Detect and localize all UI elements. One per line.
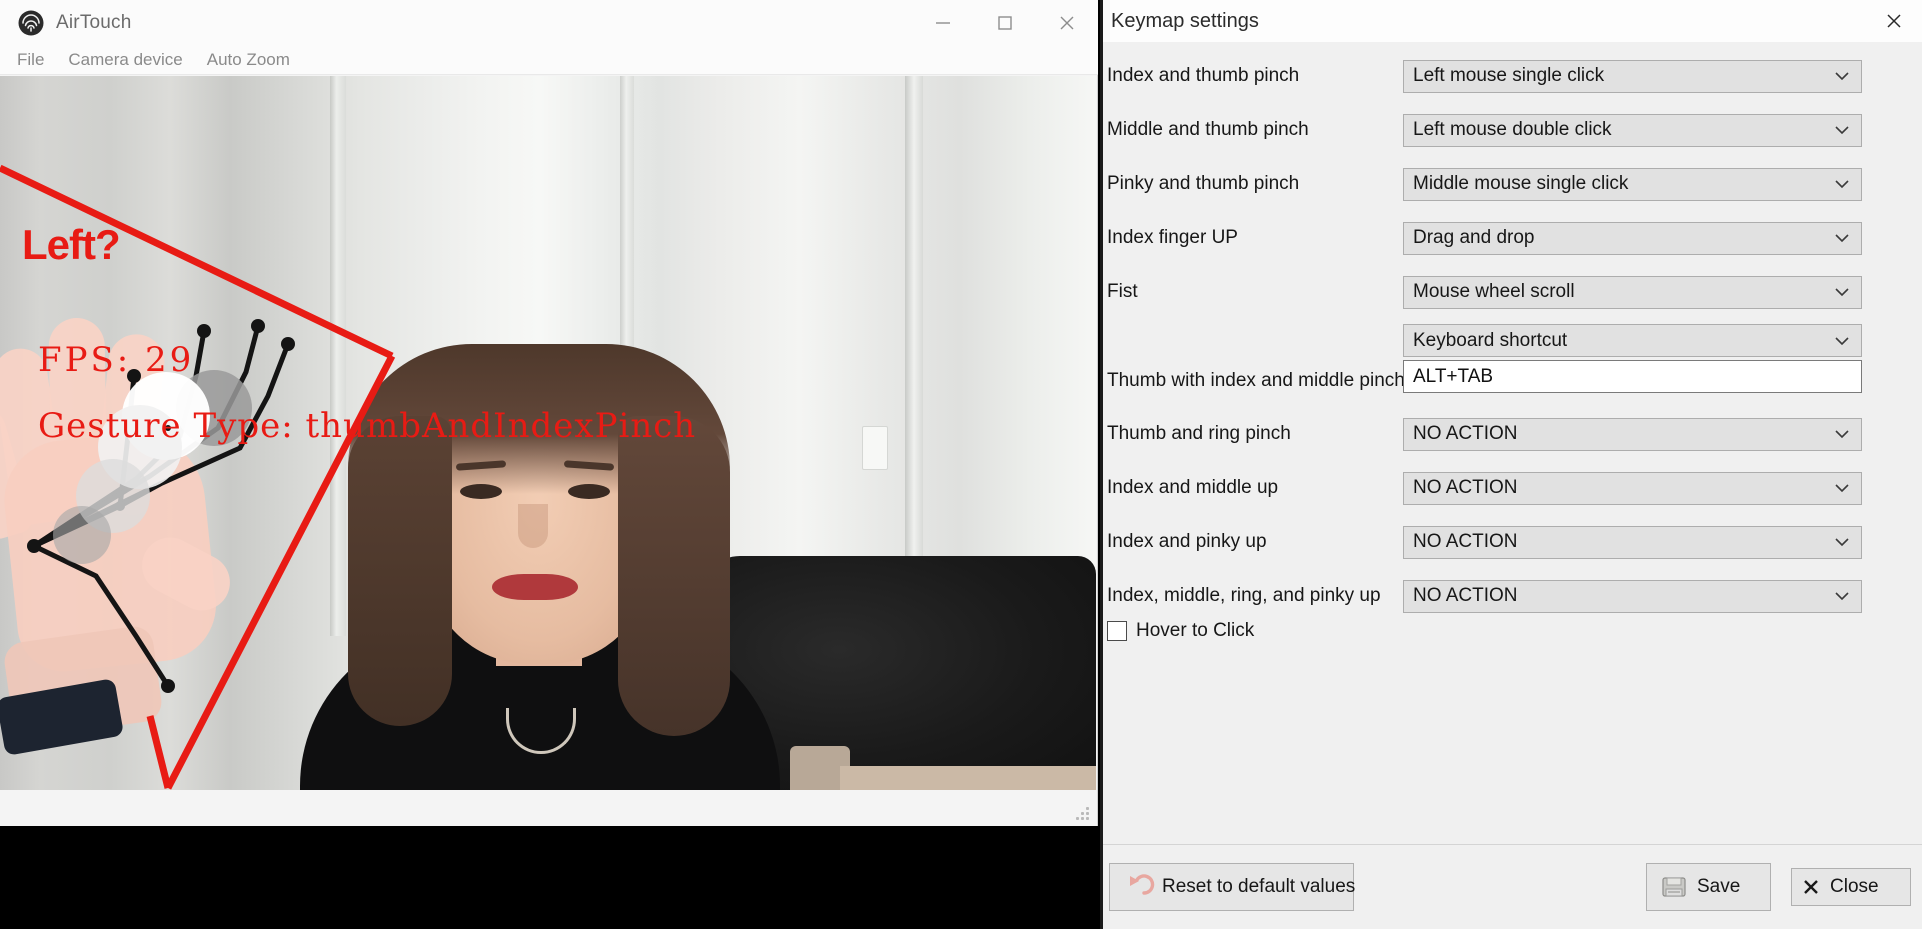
keyboard-shortcut-input[interactable]: ALT+TAB bbox=[1403, 360, 1862, 393]
close-dialog-button[interactable]: Close bbox=[1791, 868, 1911, 906]
chevron-down-icon bbox=[1835, 126, 1849, 135]
keymap-action-select[interactable]: Left mouse double click bbox=[1403, 113, 1862, 147]
keymap-settings-panel: Keymap settings Index and thumb pinch Le… bbox=[1100, 0, 1922, 929]
undo-arrow-icon bbox=[1130, 874, 1155, 895]
keymap-rows-container: Index and thumb pinch Left mouse single … bbox=[1103, 42, 1922, 844]
keymap-row: Index finger UP Drag and drop bbox=[1103, 218, 1922, 258]
gesture-type-readout: Gesture Type: thumbAndIndexPinch bbox=[38, 406, 697, 446]
screen-root: AirTouch File Camera device Auto Zoom Le… bbox=[0, 0, 1922, 929]
minimize-button[interactable] bbox=[912, 0, 974, 45]
close-button[interactable] bbox=[1036, 0, 1098, 45]
keymap-action-select[interactable]: Keyboard shortcut bbox=[1403, 324, 1862, 357]
keymap-close-button[interactable] bbox=[1866, 0, 1922, 42]
save-button[interactable]: Save bbox=[1646, 863, 1771, 911]
keymap-row: Index and pinky up NO ACTION bbox=[1103, 522, 1922, 562]
menu-item-file[interactable]: File bbox=[5, 48, 56, 72]
airtouch-window: AirTouch File Camera device Auto Zoom Le… bbox=[0, 0, 1098, 826]
keymap-action-value: NO ACTION bbox=[1413, 477, 1518, 498]
chevron-down-icon bbox=[1835, 430, 1849, 439]
chevron-down-icon bbox=[1835, 592, 1849, 601]
keymap-action-select[interactable]: NO ACTION bbox=[1403, 579, 1862, 613]
keyboard-shortcut-value: ALT+TAB bbox=[1413, 365, 1494, 387]
reset-button-label: Reset to default values bbox=[1162, 876, 1356, 897]
hand-side-label: Left? bbox=[22, 221, 121, 268]
chevron-down-icon bbox=[1835, 180, 1849, 189]
keymap-action-value: Mouse wheel scroll bbox=[1413, 281, 1575, 302]
keymap-row: Index and middle up NO ACTION bbox=[1103, 468, 1922, 508]
close-icon bbox=[1887, 14, 1901, 28]
close-button-label: Close bbox=[1830, 876, 1879, 897]
keymap-action-value: Keyboard shortcut bbox=[1413, 329, 1568, 351]
app-title: AirTouch bbox=[56, 11, 132, 33]
keymap-row-label: Index and pinky up bbox=[1107, 531, 1267, 552]
keymap-row-label: Index, middle, ring, and pinky up bbox=[1107, 585, 1381, 606]
airtouch-window-footer bbox=[0, 790, 1096, 826]
hover-to-click-checkbox[interactable] bbox=[1107, 621, 1127, 641]
chevron-down-icon bbox=[1835, 336, 1849, 345]
minimize-icon bbox=[936, 21, 950, 24]
keymap-row: Index and thumb pinch Left mouse single … bbox=[1103, 56, 1922, 96]
chevron-down-icon bbox=[1835, 484, 1849, 493]
keymap-row: Thumb and ring pinch NO ACTION bbox=[1103, 414, 1922, 454]
keymap-action-value: Left mouse single click bbox=[1413, 65, 1605, 86]
keymap-action-select[interactable]: Middle mouse single click bbox=[1403, 167, 1862, 201]
airtouch-menubar: File Camera device Auto Zoom bbox=[0, 45, 1098, 75]
keymap-row-label: Index and middle up bbox=[1107, 477, 1279, 498]
resize-grip-handle[interactable] bbox=[1076, 807, 1090, 821]
keymap-action-value: NO ACTION bbox=[1413, 531, 1518, 552]
keymap-row-label: Pinky and thumb pinch bbox=[1107, 173, 1300, 194]
chevron-down-icon bbox=[1835, 72, 1849, 81]
camera-video-feed[interactable]: Left? FPS: 29 Gesture Type: thumbAndInde… bbox=[0, 76, 1096, 790]
airtouch-titlebar: AirTouch bbox=[0, 0, 1098, 45]
keymap-row-label: Thumb with index and middle pinch bbox=[1107, 370, 1405, 391]
keymap-titlebar: Keymap settings bbox=[1103, 0, 1922, 42]
keymap-row: Index, middle, ring, and pinky up NO ACT… bbox=[1103, 576, 1922, 616]
keymap-action-value: NO ACTION bbox=[1413, 423, 1518, 444]
keymap-action-select[interactable]: Drag and drop bbox=[1403, 221, 1862, 255]
keymap-action-value: Middle mouse single click bbox=[1413, 173, 1629, 194]
keymap-action-value: NO ACTION bbox=[1413, 585, 1518, 606]
chevron-down-icon bbox=[1835, 538, 1849, 547]
keymap-action-value: Drag and drop bbox=[1413, 227, 1535, 248]
keymap-row: Fist Mouse wheel scroll bbox=[1103, 272, 1922, 312]
floppy-disk-icon bbox=[1662, 877, 1686, 897]
hover-to-click-row[interactable]: Hover to Click bbox=[1107, 620, 1254, 642]
keymap-row-label: Index and thumb pinch bbox=[1107, 65, 1300, 86]
keymap-panel-title: Keymap settings bbox=[1111, 9, 1259, 32]
keymap-action-select[interactable]: NO ACTION bbox=[1403, 471, 1862, 505]
maximize-icon bbox=[998, 15, 1012, 30]
keymap-action-select[interactable]: Mouse wheel scroll bbox=[1403, 275, 1862, 309]
keymap-action-value: Left mouse double click bbox=[1413, 119, 1612, 140]
keymap-row: Thumb with index and middle pinch Keyboa… bbox=[1103, 324, 1922, 410]
keymap-row-label: Fist bbox=[1107, 281, 1138, 302]
fps-readout: FPS: 29 bbox=[38, 340, 195, 380]
x-icon bbox=[1804, 880, 1818, 894]
keymap-footer: Reset to default values Save Close bbox=[1103, 844, 1922, 929]
fingerprint-icon bbox=[18, 10, 44, 35]
keymap-action-select[interactable]: NO ACTION bbox=[1403, 525, 1862, 559]
keymap-action-select[interactable]: NO ACTION bbox=[1403, 417, 1862, 451]
keymap-row: Middle and thumb pinch Left mouse double… bbox=[1103, 110, 1922, 150]
menu-item-camera-device[interactable]: Camera device bbox=[56, 48, 194, 72]
chevron-down-icon bbox=[1835, 288, 1849, 297]
window-controls bbox=[912, 0, 1098, 45]
reset-to-default-button[interactable]: Reset to default values bbox=[1109, 863, 1356, 911]
keymap-action-select[interactable]: Left mouse single click bbox=[1403, 59, 1862, 93]
hover-to-click-label: Hover to Click bbox=[1136, 620, 1255, 641]
keymap-row: Pinky and thumb pinch Middle mouse singl… bbox=[1103, 164, 1922, 204]
keymap-row-label: Thumb and ring pinch bbox=[1107, 423, 1291, 444]
keymap-row-label: Index finger UP bbox=[1107, 227, 1238, 248]
menu-item-auto-zoom[interactable]: Auto Zoom bbox=[195, 48, 302, 72]
maximize-button[interactable] bbox=[974, 0, 1036, 45]
close-icon bbox=[1060, 16, 1074, 29]
save-button-label: Save bbox=[1697, 876, 1741, 897]
keymap-row-label: Middle and thumb pinch bbox=[1107, 119, 1309, 140]
chevron-down-icon bbox=[1835, 234, 1849, 243]
